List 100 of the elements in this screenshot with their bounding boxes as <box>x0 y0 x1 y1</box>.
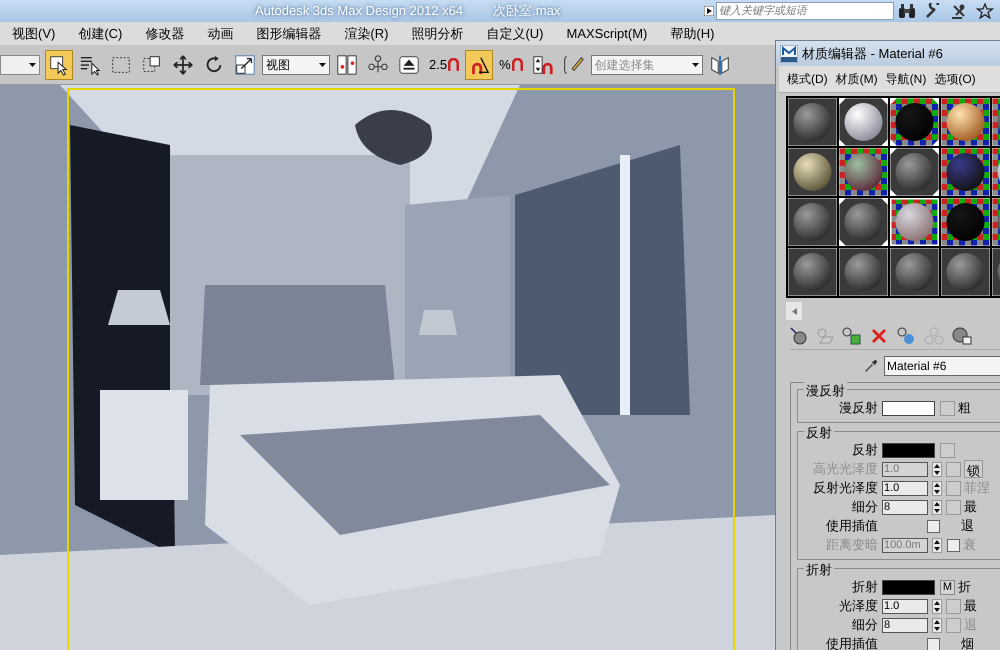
magnet-button[interactable]: 2.5 <box>426 50 462 80</box>
number-field[interactable]: 8 <box>882 618 928 632</box>
spinner-control[interactable] <box>932 538 942 552</box>
spinner-control[interactable] <box>932 480 942 496</box>
field-label: 细分 <box>851 616 879 634</box>
material-slot[interactable] <box>890 148 939 196</box>
file-name: 次卧室.max <box>493 2 560 20</box>
save-material-icon[interactable] <box>952 326 972 344</box>
menu-item[interactable]: MAXScript(M) <box>566 24 648 44</box>
field-label: 光泽度 <box>838 597 879 616</box>
get-material-icon[interactable] <box>790 326 808 344</box>
material-slot[interactable] <box>941 248 990 296</box>
caret-icon <box>692 62 699 66</box>
delete-icon[interactable] <box>870 326 888 344</box>
spinner-control[interactable] <box>932 598 942 614</box>
magnet-button[interactable]: % <box>496 50 526 80</box>
field-label: 反射 <box>851 441 879 460</box>
window-title: Autodesk 3ds Max Design 2012 x64 <box>255 2 464 20</box>
dropdown-field[interactable] <box>0 54 40 74</box>
menu-item[interactable]: 渲染(R) <box>344 24 388 44</box>
spinner-arrows-icon <box>934 464 940 474</box>
material-slot[interactable] <box>788 98 837 146</box>
binoculars-icon[interactable] <box>898 3 916 19</box>
field-label: 烟 <box>961 635 974 650</box>
number-field[interactable]: 1.0 <box>882 480 928 496</box>
menu-item[interactable]: 导航(N) <box>886 70 926 88</box>
select-object-icon <box>48 54 70 76</box>
checkbox[interactable] <box>927 520 940 532</box>
scale-icon <box>234 54 256 76</box>
color-swatch[interactable] <box>882 400 935 416</box>
search-field[interactable]: 键入关键字或短语 <box>716 2 894 20</box>
spinner-control[interactable] <box>932 500 942 514</box>
menu-item[interactable]: 图形编辑器 <box>256 24 322 44</box>
view-dropdown[interactable]: 视图 <box>262 54 330 74</box>
material-slot[interactable] <box>788 198 837 246</box>
map-button[interactable]: M <box>940 580 955 594</box>
spinner-arrows-icon <box>934 482 940 494</box>
menu-item[interactable]: 动画 <box>207 24 234 44</box>
material-slot[interactable] <box>941 198 990 246</box>
angle-snap-button[interactable] <box>465 50 494 80</box>
material-slot[interactable] <box>941 148 990 196</box>
scroll-left-button[interactable] <box>786 302 802 320</box>
spinner-control[interactable] <box>932 462 942 476</box>
spinner-arrows-icon <box>934 600 940 612</box>
material-slot[interactable] <box>839 98 888 146</box>
menu-item[interactable]: 材质(M) <box>836 70 878 88</box>
field-label: 最 <box>964 597 977 616</box>
menu-item[interactable]: 模式(D) <box>787 70 828 88</box>
material-slot[interactable] <box>890 248 939 296</box>
material-slot[interactable] <box>839 248 888 296</box>
field-label: 高光光泽度 <box>812 460 879 478</box>
menu-item[interactable]: 帮助(H) <box>670 24 714 44</box>
field-label: 折 <box>958 578 971 596</box>
caret-icon <box>319 62 326 66</box>
copy-material-icon[interactable] <box>896 326 916 344</box>
menu-item[interactable]: 修改器 <box>145 24 184 44</box>
app-icon <box>780 44 798 62</box>
select-object-button[interactable] <box>45 50 73 80</box>
number-field[interactable]: 8 <box>882 500 928 514</box>
color-swatch[interactable] <box>882 580 935 594</box>
number-field[interactable]: 1.0 <box>882 598 928 614</box>
caret-icon <box>29 62 36 66</box>
field-label: 最 <box>964 498 977 516</box>
menu-item[interactable]: 创建(C) <box>78 24 122 44</box>
menu-item[interactable]: 选项(O) <box>934 70 976 88</box>
spinner-snap-icon <box>532 54 554 76</box>
menu-item[interactable]: 照明分析 <box>411 24 464 44</box>
field-label: 反射光泽度 <box>812 479 879 498</box>
star-icon[interactable] <box>976 3 994 19</box>
spinner-arrows-icon <box>934 620 940 630</box>
magnet-icon <box>448 58 460 72</box>
spinner-control[interactable] <box>932 618 942 632</box>
field-label: 漫反射 <box>838 399 879 418</box>
color-swatch[interactable] <box>882 442 935 458</box>
eyedropper-icon[interactable] <box>864 357 878 375</box>
move-icon <box>172 54 194 76</box>
field-label: 退 <box>961 517 974 536</box>
material-slot[interactable] <box>890 98 939 146</box>
menu-item[interactable]: 自定义(U) <box>486 24 544 44</box>
field-label: 衰 <box>963 536 976 554</box>
material-name-field[interactable]: Material #6 <box>884 356 1000 376</box>
material-slot[interactable] <box>788 248 837 296</box>
material-slot[interactable] <box>839 198 888 246</box>
caret-icon[interactable] <box>704 6 714 16</box>
menu-item[interactable]: 视图(V) <box>12 24 56 44</box>
material-slot[interactable] <box>788 148 837 196</box>
assign-material-icon[interactable] <box>842 326 862 344</box>
magnet-icon <box>512 58 523 72</box>
field-label: 使用插值 <box>825 635 879 650</box>
window-title: 材质编辑器 - Material #6 <box>802 44 943 63</box>
pivot-icon <box>336 54 358 76</box>
edit-named-sets-icon <box>562 54 585 76</box>
material-slot[interactable] <box>941 98 990 146</box>
material-slot[interactable] <box>839 148 888 196</box>
field-label: 细分 <box>851 498 879 516</box>
field-label: 使用插值 <box>825 517 879 536</box>
checkbox[interactable] <box>927 638 940 650</box>
spinner-arrows-icon <box>934 540 940 550</box>
field-label: 折射 <box>851 578 879 596</box>
field-label: 退 <box>964 616 977 634</box>
